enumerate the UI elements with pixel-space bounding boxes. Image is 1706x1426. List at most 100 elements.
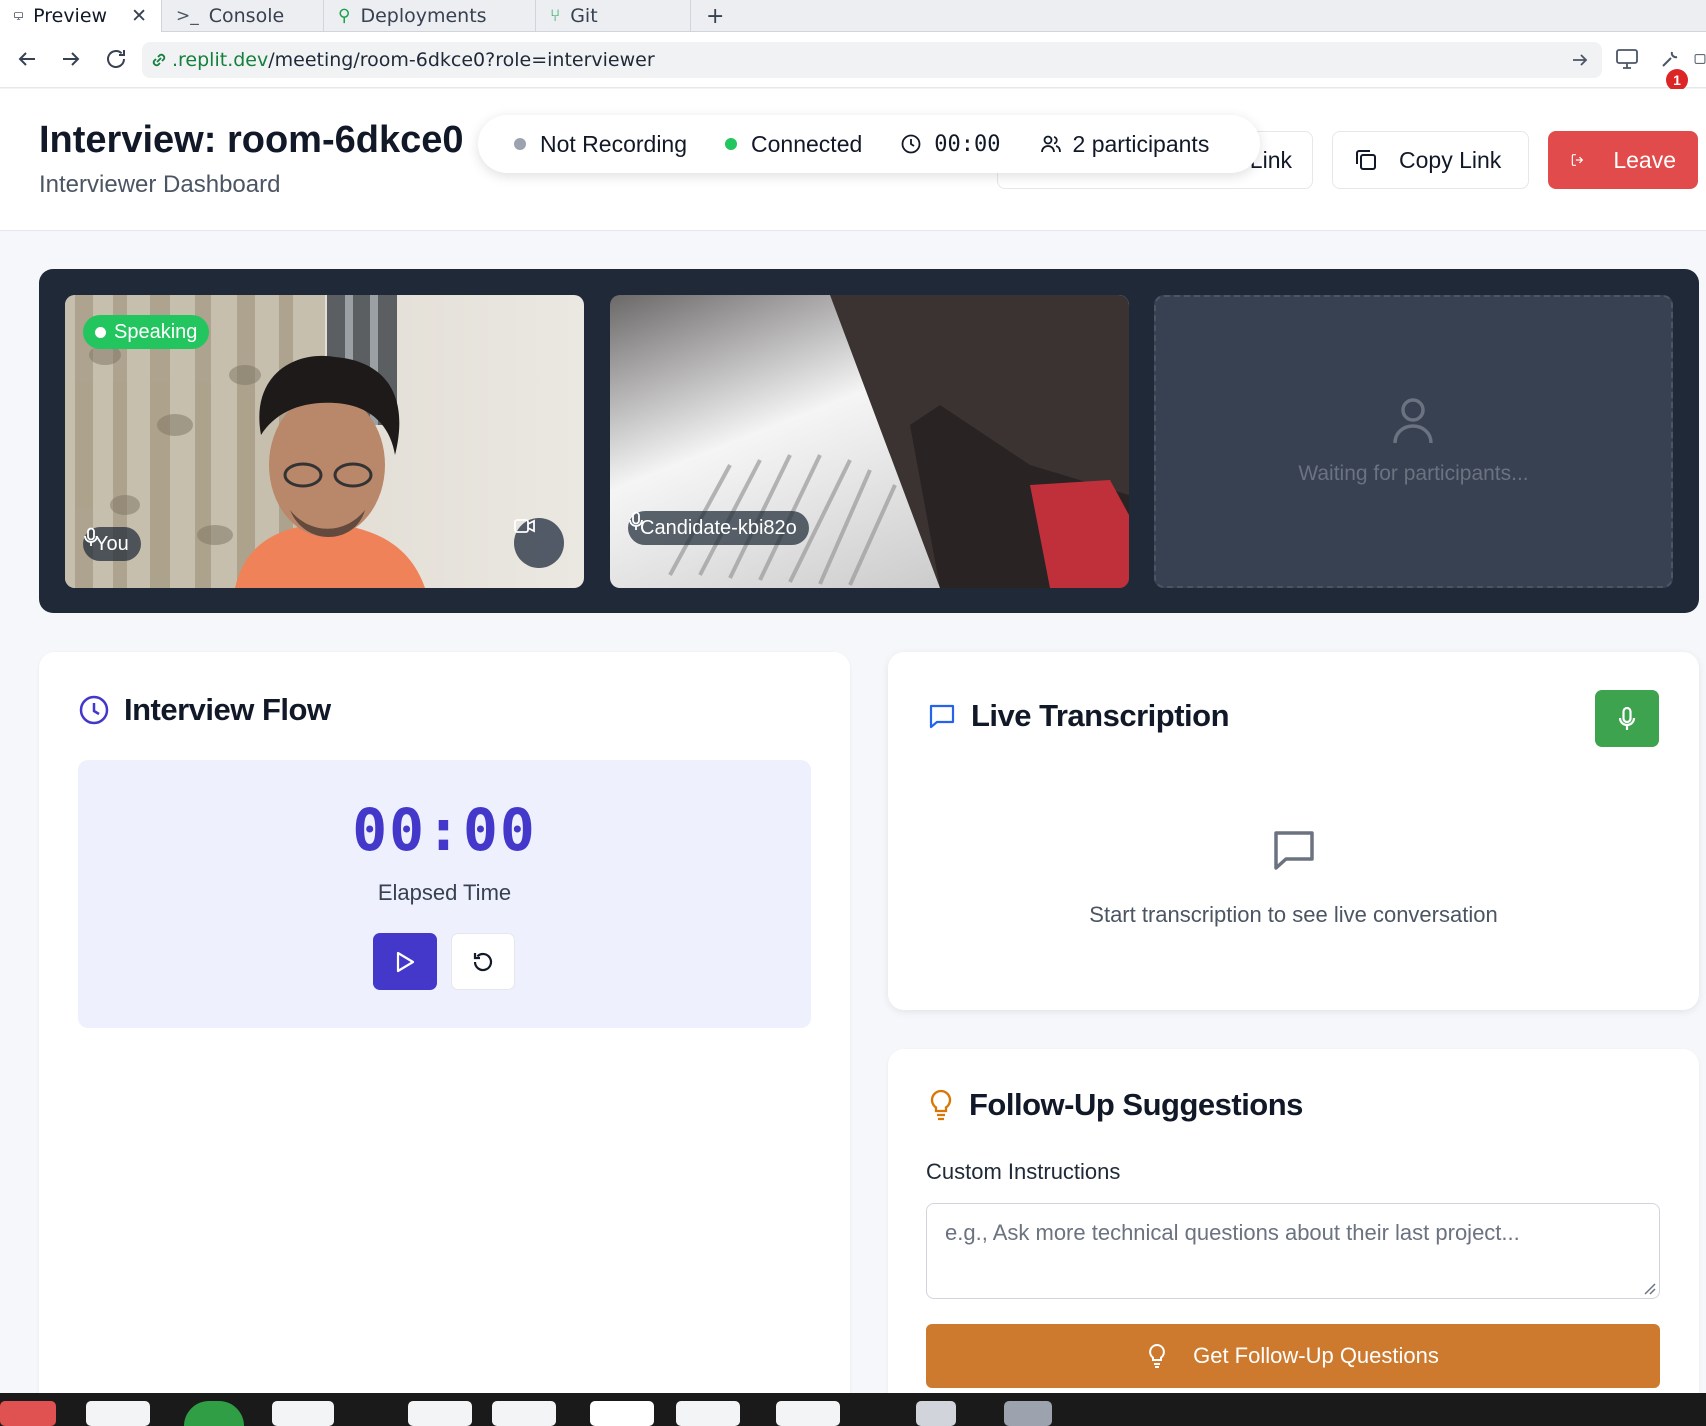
video-tile-empty: Waiting for participants... — [1154, 295, 1673, 588]
go-arrow-icon[interactable] — [1570, 50, 1590, 70]
app-viewport: Interview: room-6dkce0 Interviewer Dashb… — [0, 89, 1706, 1393]
followup-suggestions-header: Follow-Up Suggestions — [927, 1087, 1303, 1123]
tab-label: Console — [208, 5, 285, 27]
followup-suggestions-card: Follow-Up Suggestions Custom Instruction… — [888, 1049, 1699, 1393]
video-camera-icon — [514, 519, 535, 533]
url-domain: .replit.dev — [172, 49, 269, 71]
taskbar-app-icon[interactable] — [676, 1401, 740, 1426]
page-title: Interview: room-6dkce0 — [39, 119, 464, 161]
taskbar-app-icon[interactable] — [86, 1401, 150, 1426]
tab-preview[interactable]: Preview ✕ — [0, 0, 162, 32]
leave-button[interactable]: Leave — [1548, 131, 1698, 189]
followup-suggestions-title: Follow-Up Suggestions — [969, 1087, 1303, 1122]
custom-instructions-input[interactable]: e.g., Ask more technical questions about… — [926, 1203, 1660, 1299]
tab-label: Deployments — [360, 5, 487, 27]
self-name-label: You — [95, 532, 129, 555]
custom-instructions-placeholder: e.g., Ask more technical questions about… — [945, 1220, 1520, 1245]
video-tile-self[interactable]: Speaking You — [65, 295, 584, 588]
tab-git[interactable]: ⑂ Git — [536, 0, 691, 32]
browser-tab-strip: Preview ✕ >_ Console ⚲ Deployments ⑂ Git… — [0, 0, 1706, 32]
live-transcription-card: Live Transcription Start transcription t… — [888, 652, 1699, 1010]
url-input[interactable]: .replit.dev/meeting/room-6dkce0?role=int… — [142, 42, 1602, 78]
clock-icon — [901, 134, 921, 154]
taskbar-app-icon[interactable] — [272, 1401, 334, 1426]
reset-icon — [473, 952, 493, 971]
meeting-status-bar: Not Recording Connected 00:00 2 particip… — [478, 115, 1260, 173]
tab-label: Preview — [33, 5, 108, 27]
recording-dot — [514, 138, 526, 150]
call-timer: 00:00 — [900, 131, 1001, 157]
url-path: /meeting/room-6dkce0?role=interviewer — [268, 49, 655, 71]
taskbar-app-icon[interactable] — [492, 1401, 556, 1426]
elapsed-time: 00:00 — [352, 796, 537, 864]
custom-instructions-label: Custom Instructions — [926, 1159, 1121, 1184]
elapsed-time-label: Elapsed Time — [377, 880, 512, 905]
speaking-dot — [95, 326, 106, 338]
reload-button[interactable] — [101, 44, 131, 74]
candidate-name-label: Candidate-kbi82o — [640, 516, 797, 539]
taskbar-app-icon[interactable] — [776, 1401, 840, 1426]
play-icon — [396, 951, 415, 972]
terminal-icon: >_ — [176, 6, 199, 26]
copy-icon — [1356, 150, 1376, 170]
candidate-name-badge: Candidate-kbi82o — [628, 511, 809, 545]
sidebar-toggle-button[interactable] — [1694, 44, 1706, 74]
interview-flow-header: Interview Flow — [78, 692, 331, 728]
users-icon — [1040, 135, 1061, 153]
start-timer-button[interactable] — [373, 933, 437, 990]
interview-flow-card: Interview Flow 00:00 Elapsed Time — [39, 652, 850, 1393]
back-button[interactable] — [12, 44, 42, 74]
user-placeholder-icon — [1393, 398, 1433, 444]
start-transcription-button[interactable] — [1595, 690, 1659, 747]
tab-deployments[interactable]: ⚲ Deployments — [324, 0, 536, 32]
panel-icon — [1694, 54, 1706, 64]
close-tab-icon[interactable]: ✕ — [131, 5, 147, 27]
interview-flow-title: Interview Flow — [124, 692, 331, 727]
call-timer-text: 00:00 — [934, 131, 1001, 157]
tab-console[interactable]: >_ Console — [162, 0, 324, 32]
taskbar-app-icon[interactable] — [590, 1401, 654, 1426]
lightbulb-icon — [930, 1089, 952, 1121]
monitor-icon — [14, 12, 24, 20]
devices-button[interactable] — [1612, 44, 1642, 74]
microphone-icon — [1618, 706, 1636, 730]
taskbar-app-icon[interactable] — [408, 1401, 472, 1426]
git-icon: ⑂ — [550, 6, 561, 26]
taskbar-app-icon[interactable] — [184, 1401, 244, 1426]
video-tile-candidate[interactable]: Candidate-kbi82o — [610, 295, 1129, 588]
arrow-right-icon — [63, 52, 80, 66]
desktop-icon — [1616, 49, 1638, 69]
button-label: Copy Link — [1399, 146, 1502, 173]
lightbulb-icon — [1149, 1343, 1166, 1368]
taskbar-app-icon[interactable] — [1004, 1401, 1052, 1426]
message-placeholder-icon — [1274, 831, 1314, 870]
reset-timer-button[interactable] — [451, 933, 515, 990]
link-icon — [152, 53, 166, 67]
recording-status-text: Not Recording — [540, 130, 688, 157]
participant-count-text: 2 participants — [1072, 130, 1210, 157]
get-followup-questions-button[interactable]: Get Follow-Up Questions — [926, 1324, 1660, 1388]
forward-button[interactable] — [56, 44, 86, 74]
elapsed-timer-panel: 00:00 Elapsed Time — [78, 760, 811, 1028]
resize-handle-icon[interactable] — [1642, 1281, 1656, 1295]
button-label: Get Follow-Up Questions — [1193, 1343, 1439, 1368]
deploy-icon: ⚲ — [338, 6, 351, 26]
connected-dot — [725, 138, 738, 150]
waiting-text: Waiting for participants... — [1298, 462, 1529, 485]
connection-status: Connected — [725, 131, 862, 158]
arrow-left-icon — [18, 52, 35, 66]
new-tab-button[interactable]: + — [706, 0, 724, 32]
logout-icon — [1571, 154, 1584, 166]
tab-label: Git — [570, 5, 598, 27]
live-transcription-header: Live Transcription — [927, 698, 1230, 734]
speaking-badge: Speaking — [83, 315, 210, 349]
button-label: Leave — [1613, 146, 1676, 173]
taskbar-app-icon[interactable] — [0, 1401, 56, 1426]
taskbar-app-icon[interactable] — [916, 1401, 956, 1426]
microphone-icon — [629, 511, 643, 530]
connection-status-text: Connected — [751, 130, 863, 157]
participant-count: 2 participants — [1039, 130, 1210, 158]
page-header: Interview: room-6dkce0 Interviewer Dashb… — [0, 89, 1706, 231]
camera-toggle-button[interactable] — [514, 518, 564, 568]
copy-link-button[interactable]: Copy Link — [1332, 131, 1529, 189]
